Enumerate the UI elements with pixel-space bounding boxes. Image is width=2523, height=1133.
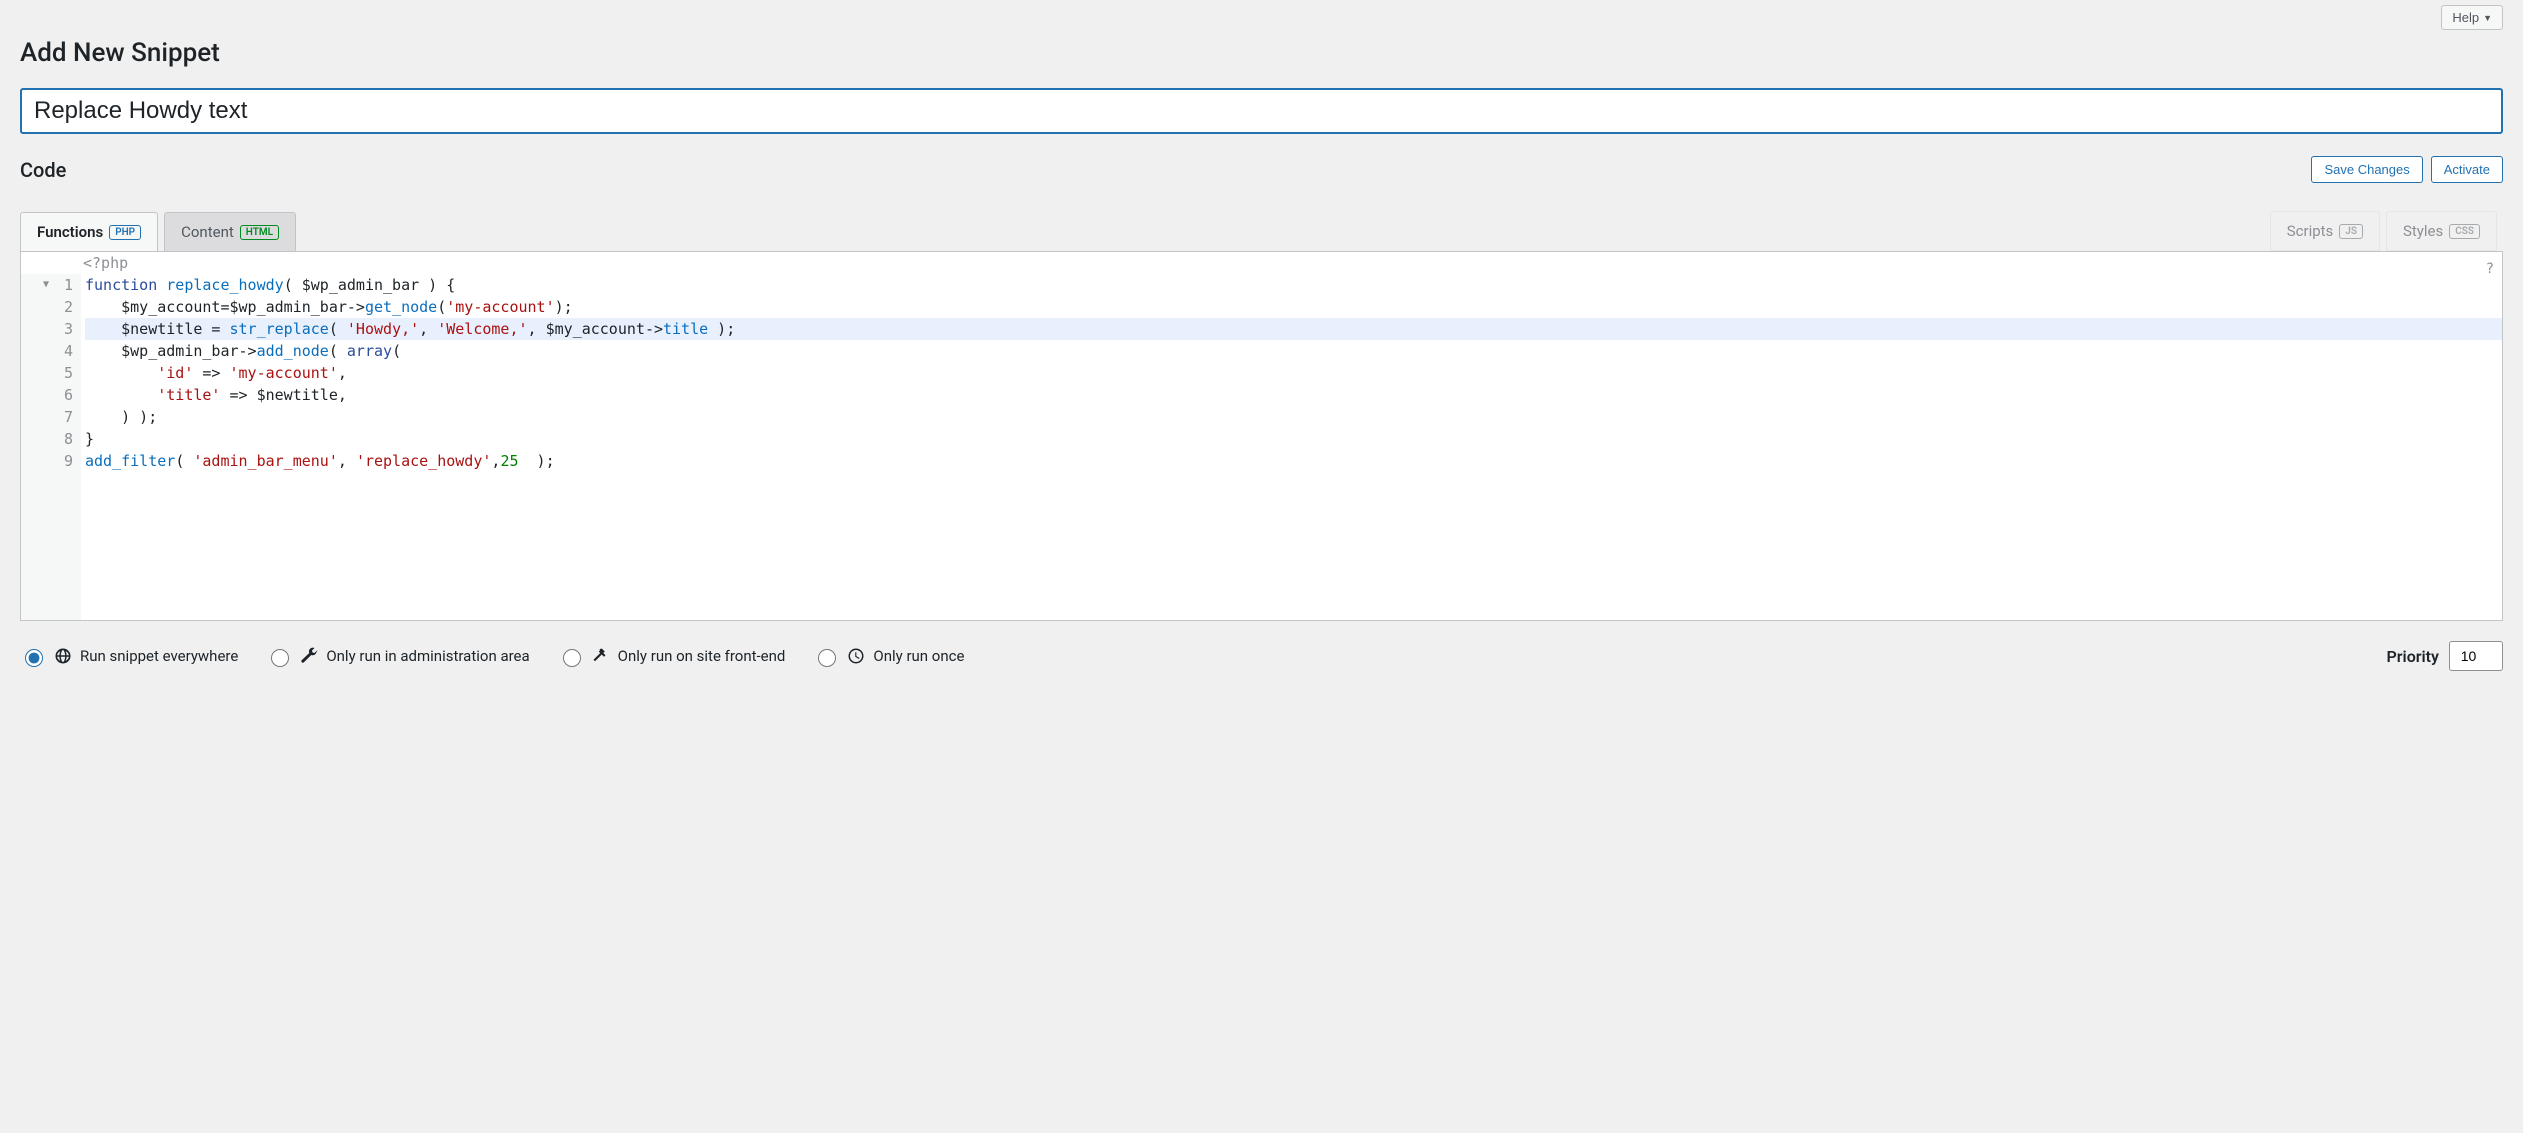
scope-frontend[interactable]: Only run on site front-end bbox=[558, 646, 786, 667]
tab-styles-badge: CSS bbox=[2449, 224, 2480, 239]
globe-icon bbox=[54, 647, 72, 665]
tab-scripts: Scripts JS bbox=[2270, 211, 2380, 251]
activate-button[interactable]: Activate bbox=[2431, 156, 2503, 183]
tab-content-label: Content bbox=[181, 223, 234, 241]
tab-scripts-badge: JS bbox=[2339, 224, 2363, 239]
help-button[interactable]: Help bbox=[2441, 5, 2503, 30]
code-prefix: <?php bbox=[21, 252, 2502, 274]
tab-scripts-label: Scripts bbox=[2287, 222, 2334, 240]
code-heading: Code bbox=[20, 158, 66, 182]
code-editor[interactable]: <?php ? 1▼23456789 function replace_howd… bbox=[20, 251, 2503, 621]
hammer-icon bbox=[592, 647, 610, 665]
scope-once-label: Only run once bbox=[873, 647, 964, 665]
page-title: Add New Snippet bbox=[20, 38, 2503, 68]
priority-label: Priority bbox=[2387, 647, 2439, 666]
wrench-icon bbox=[300, 647, 318, 665]
scope-everywhere-radio[interactable] bbox=[25, 649, 43, 667]
scope-options: Run snippet everywhere Only run in admin… bbox=[20, 646, 964, 667]
scope-frontend-radio[interactable] bbox=[563, 649, 581, 667]
tab-functions-label: Functions bbox=[37, 223, 103, 241]
scope-once[interactable]: Only run once bbox=[813, 646, 964, 667]
tab-content[interactable]: Content HTML bbox=[164, 212, 296, 251]
tab-styles: Styles CSS bbox=[2386, 211, 2497, 251]
tab-content-badge: HTML bbox=[240, 225, 279, 240]
scope-everywhere[interactable]: Run snippet everywhere bbox=[20, 646, 238, 667]
save-changes-button[interactable]: Save Changes bbox=[2311, 156, 2422, 183]
scope-admin[interactable]: Only run in administration area bbox=[266, 646, 529, 667]
scope-once-radio[interactable] bbox=[818, 649, 836, 667]
scope-frontend-label: Only run on site front-end bbox=[618, 647, 786, 665]
tab-styles-label: Styles bbox=[2403, 222, 2443, 240]
line-number-gutter: 1▼23456789 bbox=[21, 274, 81, 620]
scope-everywhere-label: Run snippet everywhere bbox=[80, 647, 238, 665]
scope-admin-label: Only run in administration area bbox=[326, 647, 529, 665]
snippet-title-input[interactable] bbox=[20, 88, 2503, 134]
scope-admin-radio[interactable] bbox=[271, 649, 289, 667]
priority-input[interactable] bbox=[2449, 641, 2503, 671]
tab-functions[interactable]: Functions PHP bbox=[20, 212, 158, 251]
tab-functions-badge: PHP bbox=[109, 225, 141, 240]
clock-icon bbox=[847, 647, 865, 665]
code-body[interactable]: function replace_howdy( $wp_admin_bar ) … bbox=[81, 274, 2502, 620]
